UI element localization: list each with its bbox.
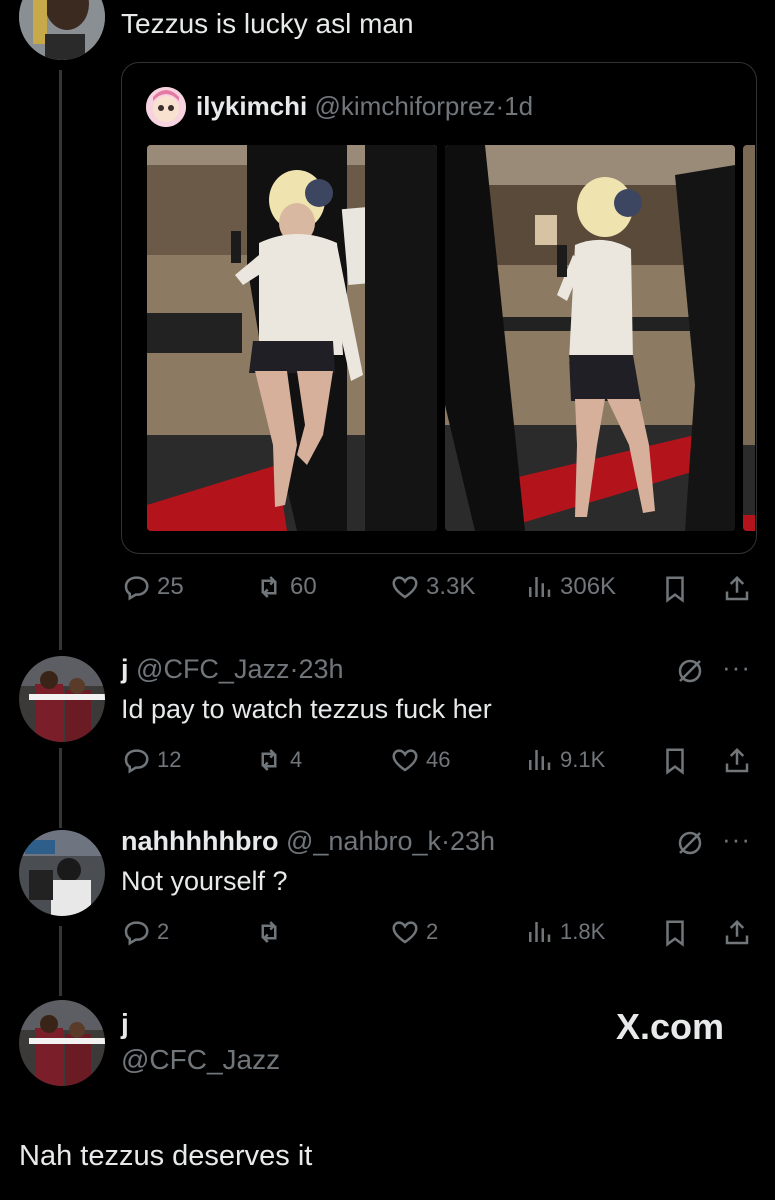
share-icon (725, 575, 749, 601)
share-button[interactable] (722, 574, 752, 604)
like-icon (392, 749, 418, 772)
share-icon (725, 919, 749, 945)
avatar[interactable] (19, 656, 105, 742)
reply-display-name[interactable]: nahhhhhbro (121, 826, 278, 856)
tweet-text: Nah tezzus deserves it (19, 1140, 313, 1172)
bookmark-button[interactable] (660, 918, 690, 948)
quoted-tweet-card[interactable]: ilykimchi @kimchiforprez·1d (121, 62, 757, 554)
quote-handle[interactable]: @kimchiforprez (315, 91, 496, 121)
repost-count: 60 (290, 573, 317, 600)
grok-icon (678, 831, 702, 855)
repost-button[interactable] (254, 917, 290, 947)
reply-button[interactable]: 12 (121, 745, 181, 775)
bookmark-button[interactable] (660, 746, 690, 776)
reply-handle[interactable]: @_nahbro_k (286, 826, 441, 856)
separator: · (495, 91, 505, 121)
like-button[interactable]: 46 (390, 745, 450, 775)
quote-time[interactable]: 1d (504, 91, 533, 121)
views-button[interactable]: 1.8K (524, 917, 605, 947)
grok-icon (678, 659, 702, 683)
reply-display-name[interactable]: j (121, 654, 129, 684)
views-icon (529, 750, 551, 770)
views-count: 306K (560, 573, 617, 600)
reply-count: 2 (157, 919, 170, 944)
bookmark-button[interactable] (660, 574, 690, 604)
grok-button[interactable] (675, 656, 705, 686)
views-count: 1.8K (560, 919, 606, 944)
like-count: 46 (426, 747, 451, 772)
like-button[interactable]: 3.3K (390, 572, 475, 602)
more-icon[interactable]: ··· (722, 824, 751, 855)
separator: · (441, 826, 450, 856)
bookmark-icon (666, 576, 684, 603)
repost-icon (261, 921, 277, 943)
avatar[interactable] (19, 1000, 105, 1086)
like-icon (392, 576, 418, 599)
reply-text: Not yourself ? (121, 866, 288, 896)
reply-count: 25 (157, 573, 184, 600)
share-button[interactable] (722, 746, 752, 776)
reply-button[interactable]: 2 (121, 917, 169, 947)
bookmark-icon (666, 748, 684, 775)
reply-time[interactable]: 23h (298, 654, 343, 684)
reply-icon (124, 749, 149, 774)
grok-button[interactable] (675, 828, 705, 858)
more-icon[interactable]: ··· (722, 652, 751, 683)
views-button[interactable]: 306K (524, 572, 616, 602)
brand-watermark: X.com (616, 1006, 725, 1047)
quote-photo-1[interactable] (147, 145, 437, 531)
share-button[interactable] (722, 918, 752, 948)
views-icon (529, 577, 551, 597)
like-button[interactable]: 2 (390, 917, 438, 947)
bookmark-icon (666, 920, 684, 947)
like-count: 3.3K (426, 573, 476, 600)
reply-handle[interactable]: @CFC_Jazz (136, 654, 289, 684)
reply-icon (124, 576, 149, 601)
reply-button[interactable]: 25 (121, 572, 184, 602)
author-handle[interactable]: @CFC_Jazz (121, 1044, 280, 1076)
thread-line (59, 926, 62, 996)
repost-icon (261, 576, 277, 598)
reply-count: 12 (157, 747, 182, 772)
quote-photo-3-edge[interactable] (743, 145, 755, 531)
like-count: 2 (426, 919, 439, 944)
avatar[interactable] (19, 830, 105, 916)
author-display-name[interactable]: j (121, 1008, 129, 1040)
quote-display-name[interactable]: ilykimchi (196, 91, 307, 121)
reply-icon (124, 921, 149, 946)
repost-icon (261, 749, 277, 771)
like-icon (392, 921, 418, 944)
reply-time[interactable]: 23h (450, 826, 495, 856)
tweet-text: Tezzus is lucky asl man (121, 8, 414, 39)
avatar[interactable] (146, 87, 186, 127)
thread-line (59, 748, 62, 828)
views-count: 9.1K (560, 747, 606, 772)
share-icon (725, 747, 749, 773)
repost-count: 4 (290, 747, 303, 772)
quote-photo-2[interactable] (445, 145, 735, 531)
thread-line (59, 70, 62, 650)
repost-button[interactable]: 60 (254, 572, 317, 602)
reply-text: Id pay to watch tezzus fuck her (121, 694, 492, 724)
repost-button[interactable]: 4 (254, 745, 302, 775)
views-button[interactable]: 9.1K (524, 745, 605, 775)
avatar[interactable] (19, 0, 105, 60)
views-icon (529, 922, 551, 942)
